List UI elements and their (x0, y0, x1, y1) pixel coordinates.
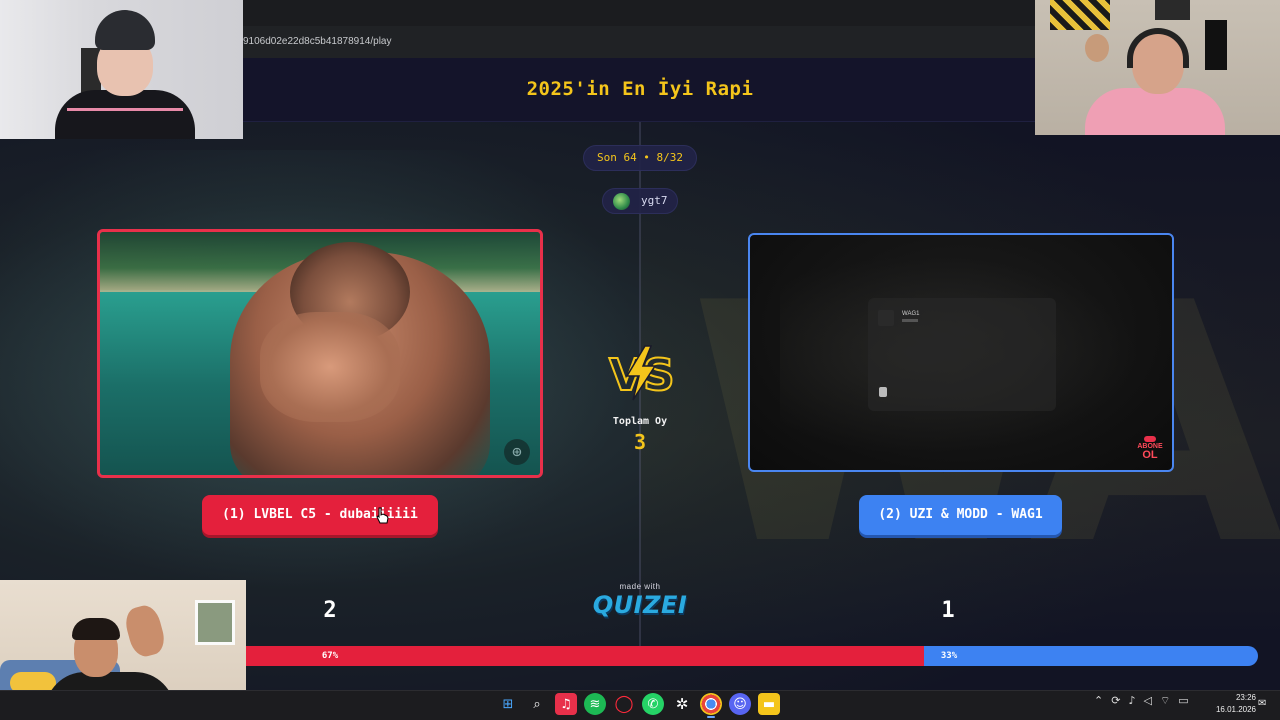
right-vote-count: 1 (941, 598, 955, 623)
chevron-up-icon[interactable]: ⌃ (1094, 694, 1103, 708)
versus-icon: VS (608, 345, 675, 402)
right-vote-percent: 33% (940, 651, 958, 661)
hand-cursor-icon (376, 507, 389, 524)
wall-scarf (1205, 20, 1227, 70)
vote-share-bar (246, 646, 1258, 666)
windows-start-icon[interactable]: ⊞ (497, 693, 519, 715)
round-badge: Son 64 • 8/32 (583, 145, 697, 171)
streamer-1-shirt-stripe (67, 108, 183, 111)
streamer-3-raised-hand (122, 602, 168, 660)
browser-tab-strip[interactable] (243, 0, 1035, 26)
stream-canvas: WAG1 9106d02e22d8c5b41878914/play 2025'i… (0, 0, 1280, 720)
video-person-hands (260, 312, 400, 422)
total-votes-label: Toplam Oy (612, 416, 668, 427)
clock-time: 23:26 (1235, 693, 1256, 702)
wall-flag (1050, 0, 1110, 30)
microphone-icon (879, 387, 887, 397)
subscribe-bell-icon (1144, 436, 1156, 442)
streamer-1-beanie (95, 10, 155, 50)
address-bar[interactable]: 9106d02e22d8c5b41878914/play (243, 32, 1035, 52)
user-avatar (613, 193, 630, 210)
speaker-icon[interactable]: ◁ (1143, 694, 1151, 708)
channel-thumbnail-icon (878, 310, 894, 326)
subscribe-watermark[interactable]: ABONE OL (1136, 436, 1164, 462)
subscribe-line-2: OL (1142, 449, 1158, 461)
battery-icon[interactable]: ▭ (1178, 694, 1188, 708)
streamer-3-hair (72, 618, 120, 640)
wifi-icon[interactable]: ⌔ (1160, 694, 1170, 708)
chrome-icon[interactable] (700, 693, 722, 718)
embed-title: WAG1 (902, 311, 920, 317)
vote-right-button[interactable]: (2) UZI & MODD - WAG1 (859, 495, 1062, 535)
streamer-1 (55, 8, 195, 139)
wall-picture-frame (195, 600, 235, 645)
vote-left-button[interactable]: (1) LVBEL C5 - dubaiiiiii (202, 495, 438, 535)
headset-icon (1127, 28, 1189, 68)
wall-poster (1155, 0, 1190, 20)
right-video-player[interactable]: WAG1 ABONE OL (748, 233, 1174, 472)
webcam-top-right (1035, 0, 1280, 135)
brand-logo[interactable]: QUIZEI (570, 591, 710, 619)
left-vote-count: 2 (323, 598, 337, 623)
chatgpt-icon[interactable]: ✲ (671, 693, 693, 715)
wall-photo (1085, 34, 1109, 62)
made-with-label: made with (619, 582, 661, 591)
opera-icon[interactable]: ◯ (613, 693, 635, 715)
taskbar-clock[interactable]: 23:26 16.01.2026 (1208, 692, 1256, 716)
search-icon[interactable]: ⌕ (526, 693, 548, 715)
streamer-2-body (1085, 88, 1225, 135)
left-vote-percent: 67% (321, 651, 339, 661)
embed-info-card: WAG1 (868, 298, 1056, 411)
user-name: ygt7 (641, 194, 668, 207)
video-corner-icon[interactable]: ⊕ (504, 439, 530, 465)
left-video-player[interactable]: ⊕ (97, 229, 543, 478)
total-votes-value: 3 (633, 430, 647, 454)
streamer-1-body (55, 90, 195, 139)
embed-subtitle (902, 319, 918, 322)
microphone-tray-icon[interactable]: ♪ (1128, 694, 1135, 708)
system-tray: ⌃ ⟳ ♪ ◁ ⌔ ▭ (1094, 694, 1189, 708)
file-explorer-icon[interactable]: ▬ (758, 693, 780, 715)
spotify-icon[interactable]: ≋ (584, 693, 606, 715)
sync-icon[interactable]: ⟳ (1111, 694, 1120, 708)
music-icon[interactable]: ♫ (555, 693, 577, 715)
clock-date: 16.01.2026 (1215, 705, 1256, 714)
notification-icon[interactable]: ✉ (1258, 698, 1270, 710)
whatsapp-icon[interactable]: ✆ (642, 693, 664, 715)
user-badge: ygt7 (602, 188, 678, 214)
taskbar-pinned-apps: ⊞ ⌕ ♫ ≋ ◯ ✆ ✲ ☺ ▬ (497, 693, 780, 718)
discord-icon[interactable]: ☺ (729, 693, 751, 715)
webcam-top-left (0, 0, 243, 139)
